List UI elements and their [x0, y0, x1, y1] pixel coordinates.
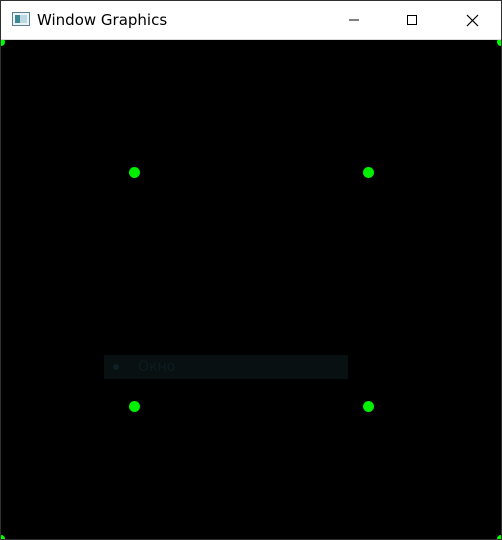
close-button[interactable]	[449, 1, 495, 39]
app-window: Window Graphics Окно	[0, 0, 502, 540]
green-point-bottom-left	[129, 401, 140, 412]
bottom-right-corner-point	[497, 535, 501, 539]
top-right-corner-point	[497, 40, 501, 46]
maximize-button[interactable]	[389, 1, 435, 39]
app-window-icon	[12, 12, 30, 26]
label-bullet-icon	[113, 364, 119, 370]
window-title: Window Graphics	[37, 11, 168, 29]
bottom-left-corner-point	[1, 535, 5, 539]
close-icon	[466, 14, 478, 26]
green-point-top-right	[363, 167, 374, 178]
minimize-icon	[349, 19, 359, 21]
maximize-icon	[407, 15, 417, 25]
title-bar[interactable]: Window Graphics	[1, 1, 501, 40]
window-label-text: Окно	[138, 359, 176, 375]
green-point-bottom-right	[363, 401, 374, 412]
minimize-button[interactable]	[331, 1, 377, 39]
green-point-top-left	[129, 167, 140, 178]
window-label-box: Окно	[104, 355, 348, 379]
top-left-corner-point	[1, 40, 5, 46]
graphics-canvas[interactable]: Окно	[1, 40, 501, 539]
